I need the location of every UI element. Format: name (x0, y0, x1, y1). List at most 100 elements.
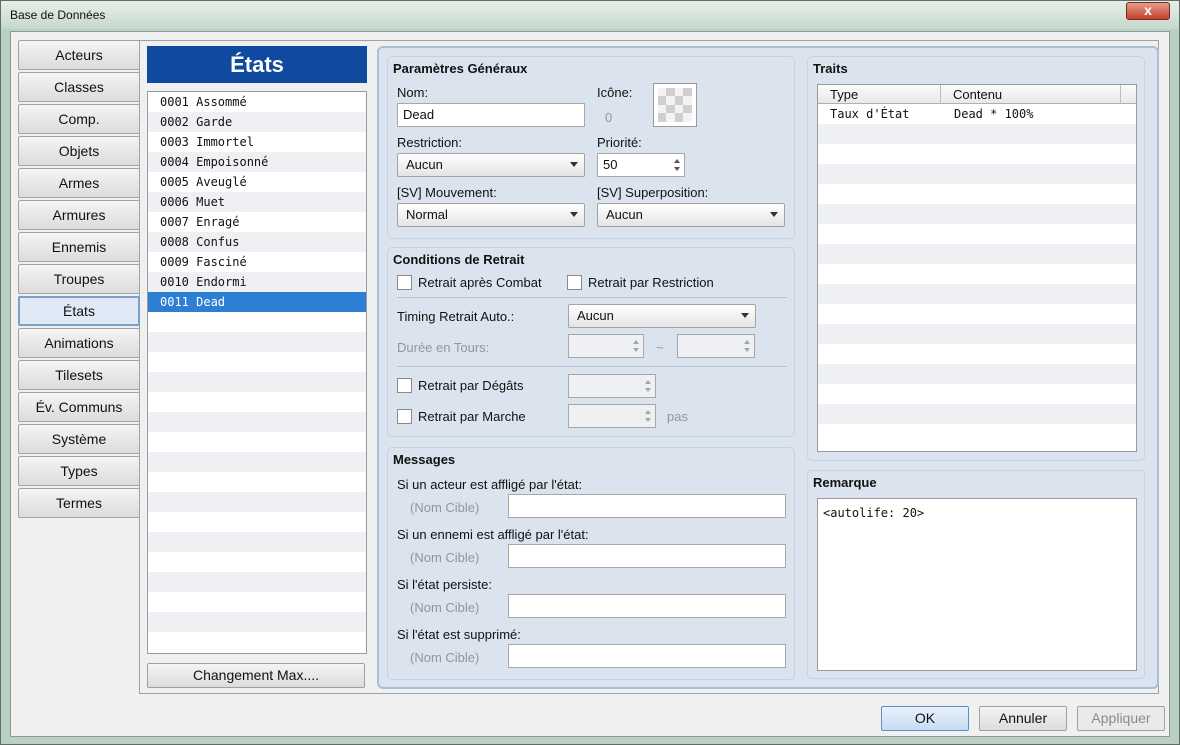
close-button[interactable]: x (1126, 2, 1170, 20)
list-item-selected[interactable]: 0011 Dead (148, 292, 366, 312)
apply-button[interactable]: Appliquer (1077, 706, 1165, 731)
general-group: Paramètres Généraux Nom: Dead Icône: 0 R… (387, 56, 795, 239)
remark-group: Remarque <autolife: 20> (807, 470, 1145, 679)
table-row-empty[interactable] (818, 244, 1136, 264)
message-label: Si un ennemi est affligé par l'état: (397, 527, 589, 542)
target-name-label: (Nom Cible) (410, 500, 480, 515)
by-damage-checkbox[interactable] (397, 378, 412, 393)
nav-comp[interactable]: Comp. (18, 104, 140, 134)
list-item[interactable]: 0010 Endormi (148, 272, 366, 292)
priority-stepper[interactable]: 50 (597, 153, 685, 177)
auto-timing-dropdown[interactable]: Aucun (568, 304, 756, 328)
divider (397, 297, 787, 298)
spin-up-icon[interactable] (674, 159, 680, 163)
list-item[interactable]: 0006 Muet (148, 192, 366, 212)
icon-picker[interactable] (653, 83, 697, 127)
remark-textarea[interactable]: <autolife: 20> (817, 498, 1137, 671)
overlay-dropdown[interactable]: Aucun (597, 203, 785, 227)
nav-animations[interactable]: Animations (18, 328, 140, 358)
table-row-empty[interactable] (818, 404, 1136, 424)
empty-icon (658, 88, 692, 122)
spin-down-icon (645, 388, 651, 392)
message-field-actor[interactable] (508, 494, 786, 518)
nav-armures[interactable]: Armures (18, 200, 140, 230)
list-empty-row (148, 412, 366, 432)
spin-up-icon (744, 340, 750, 344)
list-item[interactable]: 0002 Garde (148, 112, 366, 132)
divider (397, 366, 787, 367)
list-item[interactable]: 0001 Assommé (148, 92, 366, 112)
by-walking-label: Retrait par Marche (418, 409, 526, 424)
motion-dropdown[interactable]: Normal (397, 203, 585, 227)
chevron-down-icon (770, 212, 778, 217)
list-item[interactable]: 0009 Fasciné (148, 252, 366, 272)
damage-stepper[interactable] (568, 374, 656, 398)
message-field-removed[interactable] (508, 644, 786, 668)
table-row-empty[interactable] (818, 124, 1136, 144)
icon-index: 0 (605, 110, 613, 125)
states-list[interactable]: 0001 Assommé 0002 Garde 0003 Immortel 00… (147, 91, 367, 654)
by-restriction-checkbox[interactable] (567, 275, 582, 290)
by-walking-checkbox[interactable] (397, 409, 412, 424)
table-row[interactable]: Taux d'État Dead * 100% (818, 104, 1136, 124)
duration-max-stepper[interactable] (677, 334, 755, 358)
list-item[interactable]: 0008 Confus (148, 232, 366, 252)
list-empty-row (148, 372, 366, 392)
messages-title: Messages (393, 452, 456, 467)
message-field-persist[interactable] (508, 594, 786, 618)
nav-systeme[interactable]: Système (18, 424, 140, 454)
spin-up-icon (645, 410, 651, 414)
name-field[interactable]: Dead (397, 103, 585, 127)
nav-types[interactable]: Types (18, 456, 140, 486)
table-row-empty[interactable] (818, 164, 1136, 184)
chevron-down-icon (741, 313, 749, 318)
table-row-empty[interactable] (818, 284, 1136, 304)
table-row-empty[interactable] (818, 364, 1136, 384)
cancel-button[interactable]: Annuler (979, 706, 1067, 731)
column-header-content[interactable]: Contenu (941, 85, 1121, 104)
list-empty-row (148, 332, 366, 352)
change-max-button[interactable]: Changement Max.... (147, 663, 365, 688)
column-header-type[interactable]: Type (818, 85, 941, 104)
nav-acteurs[interactable]: Acteurs (18, 40, 140, 70)
steps-unit: pas (667, 409, 688, 424)
list-item[interactable]: 0003 Immortel (148, 132, 366, 152)
spin-down-icon[interactable] (674, 167, 680, 171)
nav-ev-communs[interactable]: Év. Communs (18, 392, 140, 422)
message-label: Si l'état est supprimé: (397, 627, 521, 642)
list-item[interactable]: 0005 Aveuglé (148, 172, 366, 192)
list-item[interactable]: 0004 Empoisonné (148, 152, 366, 172)
nav-etats[interactable]: États (18, 296, 140, 326)
table-row-empty[interactable] (818, 324, 1136, 344)
removal-group: Conditions de Retrait Retrait après Comb… (387, 247, 795, 437)
nav-troupes[interactable]: Troupes (18, 264, 140, 294)
nav-objets[interactable]: Objets (18, 136, 140, 166)
steps-stepper[interactable] (568, 404, 656, 428)
table-row-empty[interactable] (818, 204, 1136, 224)
priority-value: 50 (603, 157, 618, 172)
general-title: Paramètres Généraux (393, 61, 528, 76)
name-label: Nom: (397, 85, 429, 100)
list-empty-row (148, 492, 366, 512)
traits-table[interactable]: Type Contenu Taux d'État Dead * 100% (817, 84, 1137, 452)
chevron-down-icon (570, 162, 578, 167)
target-name-label: (Nom Cible) (410, 650, 480, 665)
close-icon: x (1144, 2, 1152, 18)
nav-termes[interactable]: Termes (18, 488, 140, 518)
restriction-dropdown[interactable]: Aucun (397, 153, 585, 177)
nav-tilesets[interactable]: Tilesets (18, 360, 140, 390)
spin-down-icon (645, 418, 651, 422)
list-item[interactable]: 0007 Enragé (148, 212, 366, 232)
database-window: Base de Données x Acteurs Classes Comp. … (0, 0, 1180, 745)
ok-button[interactable]: OK (881, 706, 969, 731)
traits-title: Traits (813, 61, 848, 76)
message-field-enemy[interactable] (508, 544, 786, 568)
nav-classes[interactable]: Classes (18, 72, 140, 102)
window-title: Base de Données (10, 8, 106, 22)
nav-armes[interactable]: Armes (18, 168, 140, 198)
messages-group: Messages Si un acteur est affligé par l'… (387, 447, 795, 680)
after-battle-checkbox[interactable] (397, 275, 412, 290)
duration-min-stepper[interactable] (568, 334, 644, 358)
list-empty-row (148, 532, 366, 552)
nav-ennemis[interactable]: Ennemis (18, 232, 140, 262)
